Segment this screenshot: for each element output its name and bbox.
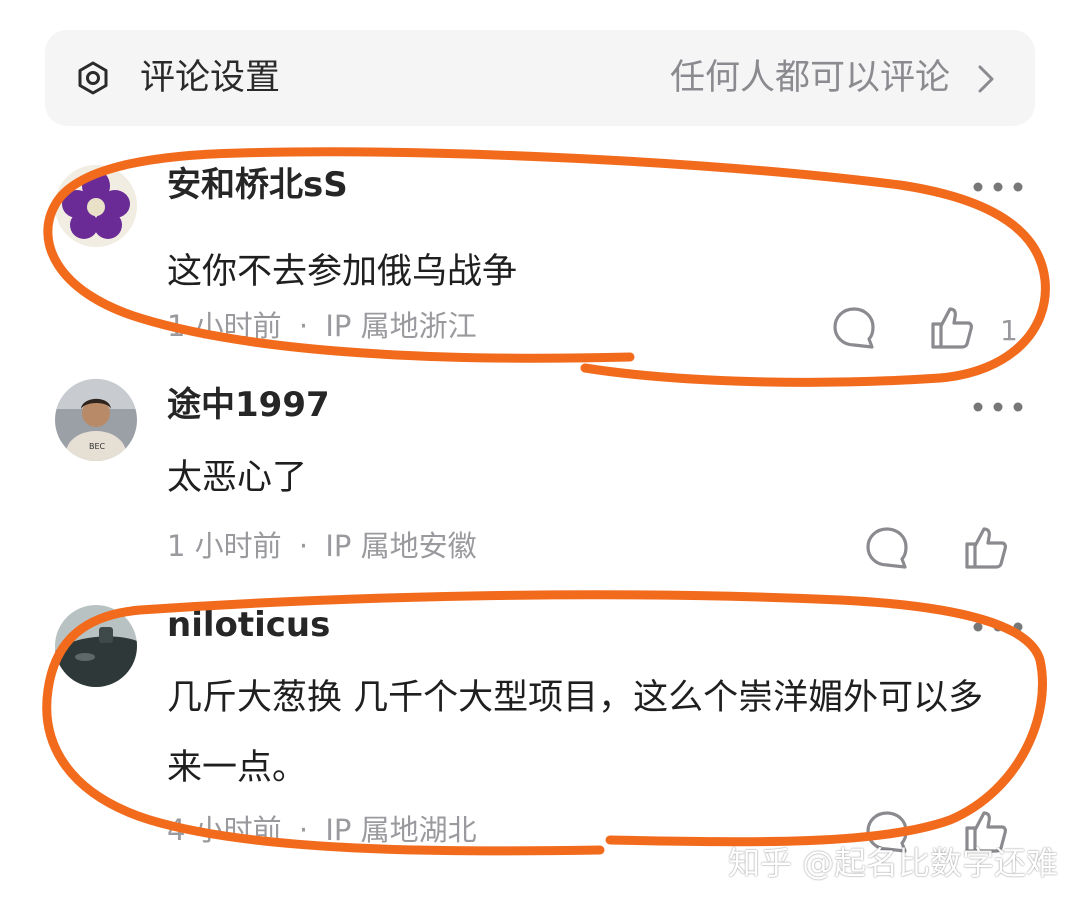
avatar[interactable] xyxy=(55,165,137,247)
like-icon[interactable] xyxy=(929,305,975,351)
comment-item: 安和桥北sS 这你不去参加俄乌战争 1 小时前 · IP 属地浙江 1 xyxy=(0,165,1080,375)
reply-icon[interactable] xyxy=(864,525,910,571)
submarine-photo-avatar xyxy=(55,605,137,687)
comment-item: BEC 途中1997 太恶心了 1 小时前 · IP 属地安徽 xyxy=(0,379,1080,595)
purple-flower-avatar xyxy=(55,165,137,247)
more-options-icon[interactable] xyxy=(970,180,1026,194)
comment-settings-label: 评论设置 xyxy=(140,58,281,98)
reply-icon[interactable] xyxy=(831,305,877,351)
username[interactable]: niloticus xyxy=(167,603,330,647)
chevron-right-icon xyxy=(978,65,994,93)
comment-meta: 1 小时前 · IP 属地安徽 xyxy=(167,526,477,566)
avatar[interactable] xyxy=(55,605,137,687)
comment-time: 1 小时前 xyxy=(167,309,282,343)
more-options-icon[interactable] xyxy=(970,620,1026,634)
watermark: 知乎 @起名比数字还难 xyxy=(728,844,1059,882)
meta-separator: · xyxy=(298,529,309,563)
comment-permission-value: 任何人都可以评论 xyxy=(669,58,950,98)
comment-time: 1 小时前 xyxy=(167,529,282,563)
more-options-icon[interactable] xyxy=(970,400,1026,414)
ip-location: IP 属地湖北 xyxy=(325,813,477,847)
meta-separator: · xyxy=(298,309,309,343)
ip-location: IP 属地安徽 xyxy=(325,529,477,563)
comment-meta: 4 小时前 · IP 属地湖北 xyxy=(167,810,477,850)
comment-time: 4 小时前 xyxy=(167,813,282,847)
comment-text: 太恶心了 xyxy=(167,458,308,498)
comment-text: 几斤大葱换 几千个大型项目，这么个崇洋媚外可以多来一点。 xyxy=(167,678,984,788)
comment-settings-bar[interactable]: 评论设置 任何人都可以评论 xyxy=(45,30,1035,126)
comment-meta: 1 小时前 · IP 属地浙江 xyxy=(167,306,477,346)
like-count: 1 xyxy=(1000,314,1018,347)
ip-location: IP 属地浙江 xyxy=(325,309,477,343)
person-photo-avatar: BEC xyxy=(55,379,137,461)
username[interactable]: 安和桥北sS xyxy=(167,163,348,207)
comment-text: 这你不去参加俄乌战争 xyxy=(167,252,518,292)
like-icon[interactable] xyxy=(963,525,1009,571)
settings-hexagon-icon xyxy=(78,61,108,95)
svg-text:BEC: BEC xyxy=(89,442,106,451)
comment-item: niloticus 几斤大葱换 几千个大型项目，这么个崇洋媚外可以多来一点。 4… xyxy=(0,603,1080,853)
username[interactable]: 途中1997 xyxy=(167,383,330,427)
avatar[interactable]: BEC xyxy=(55,379,137,461)
meta-separator: · xyxy=(298,813,309,847)
